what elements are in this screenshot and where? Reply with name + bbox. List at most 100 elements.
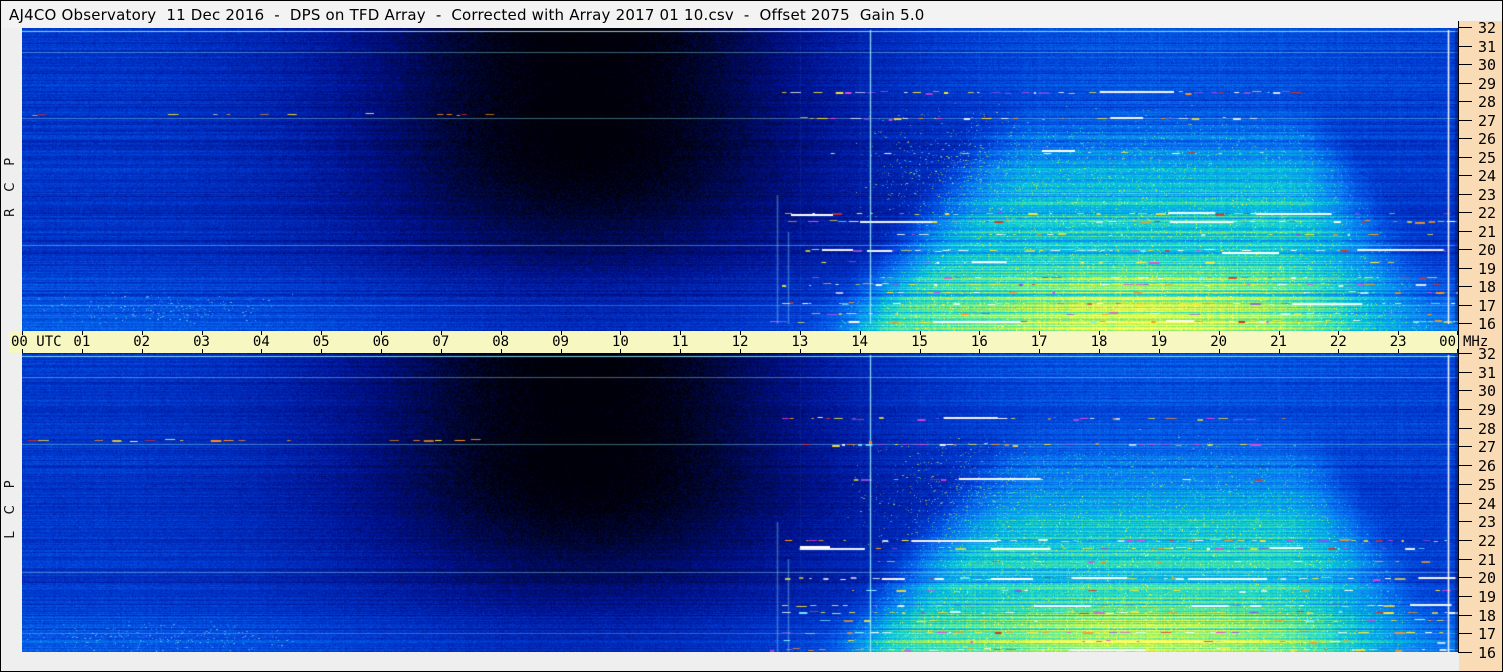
hour-label: 16: [970, 334, 988, 350]
hour-label: 18: [1090, 334, 1108, 350]
freq-tick: [1458, 120, 1472, 121]
freq-label: 32: [1478, 19, 1497, 37]
hour-label: 11: [671, 334, 689, 350]
freq-tick: [1458, 559, 1472, 560]
rcp-polarization-label: RCP: [3, 140, 18, 218]
freq-label: 20: [1478, 241, 1497, 259]
freq-tick: [1458, 428, 1472, 429]
freq-label: 19: [1478, 588, 1497, 606]
frequency-axis-spine: [1458, 21, 1459, 652]
hour-label: 00: [1439, 334, 1456, 350]
hour-label: 07: [432, 334, 450, 350]
freq-tick: [1458, 503, 1472, 504]
hour-label: 17: [1030, 334, 1048, 350]
freq-label: 21: [1478, 551, 1497, 569]
freq-tick: [1458, 323, 1472, 324]
freq-label: 22: [1478, 204, 1497, 222]
title-bar: AJ4CO Observatory 11 Dec 2016 - DPS on T…: [2, 2, 1502, 28]
freq-label: 21: [1478, 223, 1497, 241]
hour-label: 10: [611, 334, 629, 350]
hour-label: 20: [1210, 334, 1228, 350]
freq-tick: [1458, 372, 1472, 373]
hour-label: 09: [552, 334, 569, 350]
freq-tick: [1458, 175, 1472, 176]
freq-tick: [1458, 46, 1472, 47]
freq-tick: [1458, 409, 1472, 410]
freq-tick: [1458, 540, 1472, 541]
freq-tick: [1458, 633, 1472, 634]
freq-label: 24: [1478, 167, 1497, 185]
hour-label: 03: [193, 334, 210, 350]
freq-label: 29: [1478, 401, 1497, 419]
hour-label: 21: [1270, 334, 1287, 350]
freq-tick: [1458, 64, 1472, 65]
freq-tick: [1458, 157, 1472, 158]
freq-label: 25: [1478, 476, 1497, 494]
chart-title: AJ4CO Observatory 11 Dec 2016 - DPS on T…: [9, 6, 925, 24]
hour-label: 06: [372, 334, 390, 350]
freq-tick: [1458, 305, 1472, 306]
hour-label: 05: [312, 334, 330, 350]
hour-label: 08: [492, 334, 510, 350]
freq-tick: [1458, 353, 1472, 354]
time-axis: 00 UTC 01 02 03 04 05 06 07 08 09 10 11 12 13 14 15 16 17…: [9, 331, 1458, 353]
hour-label: 02: [133, 334, 151, 350]
freq-tick: [1458, 212, 1472, 213]
freq-tick: [1458, 596, 1472, 597]
freq-tick: [1458, 521, 1472, 522]
freq-label: 27: [1478, 112, 1497, 130]
hour-label: 22: [1329, 334, 1347, 350]
hour-label: 12: [731, 334, 749, 350]
freq-label: 24: [1478, 495, 1497, 513]
freq-tick: [1458, 484, 1472, 485]
freq-label: 22: [1478, 532, 1497, 550]
freq-tick: [1458, 231, 1472, 232]
freq-label: 31: [1478, 364, 1497, 382]
freq-tick: [1458, 615, 1472, 616]
freq-label: 30: [1478, 382, 1497, 400]
lcp-polarization-label: LCP: [3, 463, 18, 539]
freq-label: 27: [1478, 438, 1497, 456]
freq-tick: [1458, 446, 1472, 447]
freq-tick: [1458, 390, 1472, 391]
freq-label: 20: [1478, 569, 1497, 587]
hour-label: 13: [791, 334, 809, 350]
freq-label: 17: [1478, 625, 1497, 643]
hour-label: 15: [911, 334, 928, 350]
freq-label: 19: [1478, 260, 1497, 278]
freq-tick: [1458, 83, 1472, 84]
freq-tick: [1458, 101, 1472, 102]
freq-tick: [1458, 465, 1472, 466]
hour-label: 14: [851, 334, 869, 350]
freq-label: 17: [1478, 297, 1497, 315]
hour-label: 19: [1150, 334, 1168, 350]
lcp-spectrogram: [22, 353, 1458, 652]
hour-label: 04: [252, 334, 270, 350]
freq-label: 26: [1478, 130, 1497, 148]
freq-label: 18: [1478, 278, 1497, 296]
freq-label: 26: [1478, 457, 1497, 475]
freq-label: 29: [1478, 75, 1497, 93]
freq-label: 23: [1478, 186, 1497, 204]
hour-label: 23: [1389, 334, 1407, 350]
freq-label: 23: [1478, 513, 1497, 531]
freq-tick: [1458, 194, 1472, 195]
freq-tick: [1458, 249, 1472, 250]
freq-tick: [1458, 652, 1472, 653]
freq-tick: [1458, 27, 1472, 28]
freq-label: 30: [1478, 56, 1497, 74]
rcp-spectrogram: [22, 28, 1458, 331]
freq-label: 31: [1478, 38, 1497, 56]
freq-tick: [1458, 138, 1472, 139]
freq-label: 28: [1478, 420, 1497, 438]
freq-label: 16: [1478, 315, 1497, 333]
freq-tick: [1458, 577, 1472, 578]
freq-label: 28: [1478, 93, 1497, 111]
mhz-unit-label: MHz: [1463, 334, 1489, 350]
freq-label: 25: [1478, 149, 1497, 167]
hour-label: 01: [73, 334, 91, 350]
app-window: AJ4CO Observatory 11 Dec 2016 - DPS on T…: [0, 0, 1503, 672]
freq-tick: [1458, 286, 1472, 287]
freq-label: 16: [1478, 644, 1497, 662]
freq-tick: [1458, 268, 1472, 269]
